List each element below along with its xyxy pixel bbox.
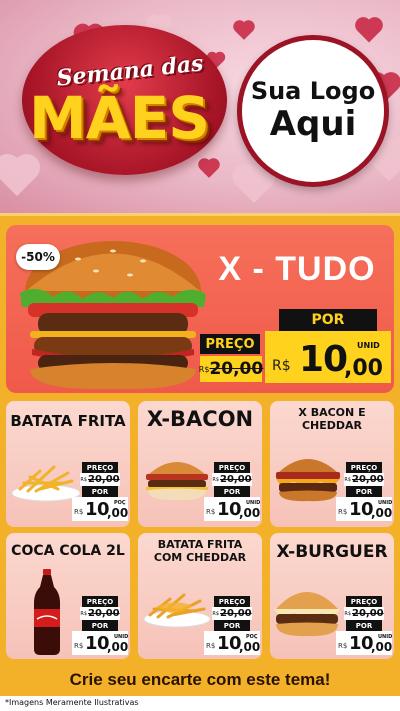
price-integer: 10 <box>217 499 242 520</box>
old-price-value: 20,00 <box>88 474 120 485</box>
price-decimals: ,00 <box>107 640 129 654</box>
por-label: POR <box>82 486 118 497</box>
old-price-value: 20,00 <box>209 359 264 379</box>
old-price-value: 20,00 <box>88 608 120 619</box>
burger-icon <box>276 459 340 502</box>
burger-icon <box>146 462 208 501</box>
product-name: BATATA FRITA <box>10 412 126 430</box>
price-integer: 10 <box>217 633 242 654</box>
old-price-currency: R$ <box>80 476 87 483</box>
price-currency: R$ <box>206 508 216 516</box>
product-name: BATATA FRITA COM CHEDDAR <box>153 538 247 564</box>
old-price-value: 20,00 <box>220 608 252 619</box>
price-integer: 10 <box>85 633 110 654</box>
preco-label: PREÇO <box>346 596 382 607</box>
new-price: R$ 10 UNID ,00 <box>336 631 392 655</box>
heart-icon <box>200 160 218 178</box>
old-price-value: 20,00 <box>352 608 384 619</box>
price-currency: R$ <box>338 642 348 650</box>
product-name: X BACON E CHEDDAR <box>298 406 366 432</box>
old-price-currency: R$ <box>198 364 210 374</box>
old-price-currency: R$ <box>212 476 219 483</box>
price-currency: R$ <box>338 508 348 516</box>
heart-icon <box>0 157 37 197</box>
new-price: R$ 10 POÇ ,00 <box>72 497 128 521</box>
por-label: POR <box>279 309 377 331</box>
french-fries-icon <box>11 465 81 502</box>
old-price: R$ 20,00 <box>198 356 264 382</box>
old-price: R$ 20,00 <box>80 607 120 620</box>
preco-label: PREÇO <box>82 596 118 607</box>
price-decimals: ,00 <box>371 640 393 654</box>
old-price: R$ 20,00 <box>212 607 252 620</box>
price-currency: R$ <box>74 508 84 516</box>
price-integer: 10 <box>349 499 374 520</box>
logo-placeholder: Sua Logo Aqui <box>237 35 389 187</box>
product-name: X-BURGUER <box>276 542 388 562</box>
price-decimals: ,00 <box>107 506 129 520</box>
price-integer: 10 <box>299 339 348 380</box>
new-price: R$ 10 UNID ,00 <box>72 631 128 655</box>
price-currency: R$ <box>272 358 291 374</box>
por-label: POR <box>346 486 382 497</box>
preco-label: PREÇO <box>82 462 118 473</box>
preco-label: PREÇO <box>200 334 260 354</box>
heart-icon <box>236 167 272 203</box>
logo-line-2: Aqui <box>269 103 357 144</box>
preco-label: PREÇO <box>214 596 250 607</box>
por-label: POR <box>214 486 250 497</box>
new-price: R$ 10 UNID ,00 <box>336 497 392 521</box>
old-price: R$ 20,00 <box>344 607 384 620</box>
old-price-currency: R$ <box>212 610 219 617</box>
por-label: POR <box>214 620 250 631</box>
old-price-currency: R$ <box>80 610 87 617</box>
price-unit: UNID <box>357 341 380 350</box>
disclaimer-bar: *Imagens Meramente Ilustrativas <box>0 696 400 711</box>
new-price: R$ 10 UNID ,00 <box>265 331 391 383</box>
logo-line-1: Sua Logo <box>250 77 376 106</box>
header-banner: Semana das MÃES Sua Logo Aqui <box>0 0 400 213</box>
old-price-value: 20,00 <box>220 474 252 485</box>
featured-product-name: X - TUDO <box>218 250 376 288</box>
preco-label: PREÇO <box>214 462 250 473</box>
price-integer: 10 <box>349 633 374 654</box>
old-price: R$ 20,00 <box>80 473 120 486</box>
burger-icon <box>274 592 340 637</box>
por-label: POR <box>82 620 118 631</box>
price-currency: R$ <box>206 642 216 650</box>
old-price-currency: R$ <box>344 476 351 483</box>
cheese-fries-icon <box>143 593 211 628</box>
price-currency: R$ <box>74 642 84 650</box>
heart-icon <box>357 19 381 43</box>
heart-icon <box>235 22 253 40</box>
price-integer: 10 <box>85 499 110 520</box>
product-name: COCA COLA 2L <box>11 543 125 559</box>
price-decimals: ,00 <box>239 506 261 520</box>
new-price: R$ 10 POÇ ,00 <box>204 631 260 655</box>
por-label: POR <box>346 620 382 631</box>
old-price-currency: R$ <box>344 610 351 617</box>
call-to-action: Crie seu encarte com este tema! <box>0 664 400 696</box>
preco-label: PREÇO <box>346 462 382 473</box>
old-price: R$ 20,00 <box>344 473 384 486</box>
discount-badge: -50% <box>16 244 60 270</box>
old-price-value: 20,00 <box>352 474 384 485</box>
title-line-2: MÃES <box>29 84 210 152</box>
old-price: R$ 20,00 <box>212 473 252 486</box>
soda-bottle-icon <box>34 569 60 655</box>
price-decimals: ,00 <box>344 356 383 381</box>
product-name: X-BACON <box>146 407 254 431</box>
disclaimer-text: *Imagens Meramente Ilustrativas <box>5 698 139 707</box>
price-decimals: ,00 <box>239 640 261 654</box>
price-decimals: ,00 <box>371 506 393 520</box>
new-price: R$ 10 UNID ,00 <box>204 497 260 521</box>
